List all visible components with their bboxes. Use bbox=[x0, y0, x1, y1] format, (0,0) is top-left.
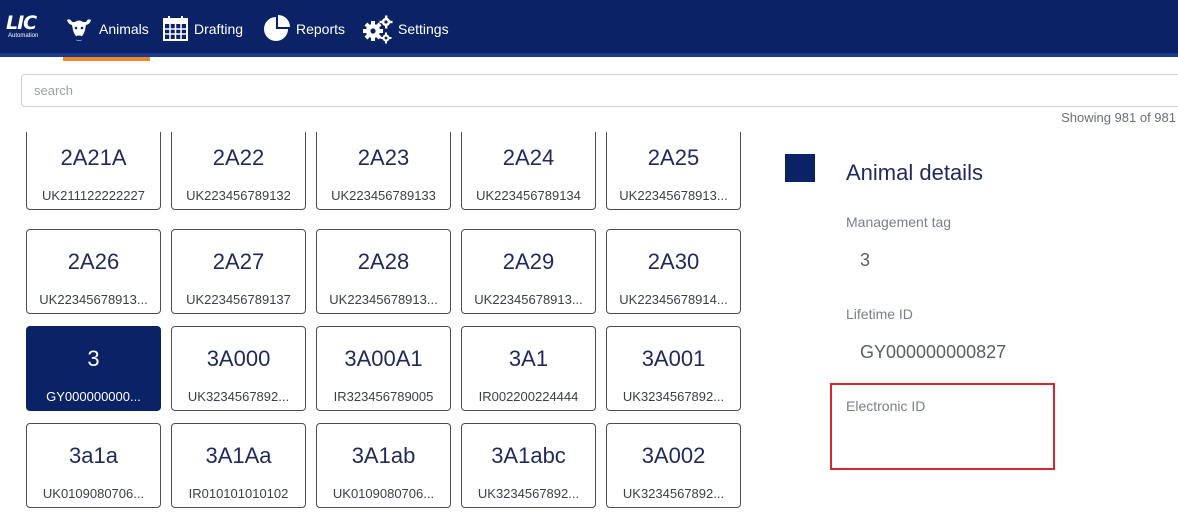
animal-card-tag: 3 bbox=[87, 346, 100, 371]
nav-drafting-label: Drafting bbox=[194, 20, 244, 37]
animal-card-tag: 2A27 bbox=[212, 249, 265, 274]
animal-card-lifetime-id: IR002200224444 bbox=[478, 389, 579, 404]
animal-card-tag: 2A24 bbox=[502, 145, 555, 170]
animal-card[interactable]: 2A27 UK223456789137 bbox=[171, 229, 306, 314]
animal-card-lifetime-id: UK22345678913... bbox=[619, 188, 728, 203]
calendar-icon bbox=[163, 16, 188, 41]
animal-card[interactable]: 2A28 UK22345678913... bbox=[316, 229, 451, 314]
animal-grid: 2A21A UK211122222227 2A22 UK223456789132 2A2… bbox=[26, 132, 746, 517]
animal-card[interactable]: 2A24 UK223456789134 bbox=[461, 132, 596, 210]
animal-card-lifetime-id: UK22345678914... bbox=[619, 292, 728, 307]
animal-card[interactable]: 2A21A UK211122222227 bbox=[26, 132, 161, 210]
animal-card[interactable]: 3A1abc UK3234567892... bbox=[461, 423, 596, 508]
animal-card[interactable]: 3A1Aa IR010101010102 bbox=[171, 423, 306, 508]
animal-card-lifetime-id: GY000000000... bbox=[46, 389, 141, 404]
logo-text: LIC bbox=[6, 12, 37, 34]
animal-card[interactable]: 3A001 UK3234567892... bbox=[606, 326, 741, 411]
animal-card-tag: 2A22 bbox=[212, 145, 265, 170]
animal-card[interactable]: 2A25 UK22345678913... bbox=[606, 132, 741, 210]
lic-logo[interactable]: LIC Automation bbox=[6, 13, 58, 43]
animal-card-tag: 3A1ab bbox=[351, 443, 416, 468]
pie-chart-icon bbox=[264, 15, 290, 41]
nav-reports-label: Reports bbox=[296, 20, 346, 37]
animal-card[interactable]: 3a1a UK0109080706... bbox=[26, 423, 161, 508]
nav-settings[interactable]: Settings bbox=[362, 0, 449, 57]
animal-card-lifetime-id: UK0109080706... bbox=[42, 486, 145, 501]
animal-card[interactable]: 3A1ab UK0109080706... bbox=[316, 423, 451, 508]
animal-card[interactable]: 3A000 UK3234567892... bbox=[171, 326, 306, 411]
animal-card-tag: 2A30 bbox=[647, 249, 700, 274]
animal-card-tag: 2A26 bbox=[67, 249, 120, 274]
animal-card-tag: 2A28 bbox=[357, 249, 410, 274]
animal-card-tag: 2A25 bbox=[647, 145, 700, 170]
animal-card-lifetime-id: UK22345678913... bbox=[329, 292, 438, 307]
details-color-swatch bbox=[785, 154, 815, 182]
animal-card-lifetime-id: UK3234567892... bbox=[622, 389, 725, 404]
animal-card[interactable]: 2A22 UK223456789132 bbox=[171, 132, 306, 210]
animal-card-lifetime-id: IR010101010102 bbox=[188, 486, 289, 501]
lifetime-id-value: GY000000000827 bbox=[860, 342, 1007, 362]
result-count: Showing 981 of 981 bbox=[1061, 110, 1176, 125]
cow-icon bbox=[67, 18, 91, 41]
animal-card-tag: 2A29 bbox=[502, 249, 555, 274]
nav-reports[interactable]: Reports bbox=[262, 0, 345, 57]
search-input[interactable] bbox=[22, 75, 1178, 106]
animal-card-tag: 3A000 bbox=[206, 346, 271, 371]
animal-card-tag: 3A1abc bbox=[491, 443, 566, 468]
electronic-id-label: Electronic ID bbox=[846, 398, 926, 414]
animal-card-lifetime-id: UK3234567892... bbox=[477, 486, 580, 501]
animal-card-tag: 2A21A bbox=[60, 145, 127, 170]
animal-card-tag: 3A002 bbox=[641, 443, 706, 468]
details-title: Animal details bbox=[846, 160, 983, 185]
animal-card-lifetime-id: UK211122222227 bbox=[42, 188, 145, 203]
animal-card-tag: 3A00A1 bbox=[344, 346, 423, 371]
animal-card-tag: 2A23 bbox=[357, 145, 410, 170]
animal-card[interactable]: 2A23 UK223456789133 bbox=[316, 132, 451, 210]
animal-card-lifetime-id: UK3234567892... bbox=[622, 486, 725, 501]
animal-card-lifetime-id: UK223456789132 bbox=[186, 188, 291, 203]
animal-card-tag: 3a1a bbox=[69, 443, 118, 468]
animal-card[interactable]: 2A29 UK22345678913... bbox=[461, 229, 596, 314]
electronic-id-highlight bbox=[830, 383, 1055, 470]
animal-card-lifetime-id: UK22345678913... bbox=[474, 292, 583, 307]
animal-card-lifetime-id: UK22345678913... bbox=[39, 292, 148, 307]
nav-settings-label: Settings bbox=[398, 20, 449, 37]
animal-card-lifetime-id: UK223456789137 bbox=[186, 292, 291, 307]
search-box bbox=[21, 74, 1178, 107]
top-nav-bar: LIC Automation Animals Drafting Reports bbox=[0, 0, 1178, 61]
management-tag-value: 3 bbox=[860, 250, 871, 270]
animal-card-tag: 3A1 bbox=[508, 346, 549, 371]
animal-card-lifetime-id: IR323456789005 bbox=[333, 389, 434, 404]
nav-drafting[interactable]: Drafting bbox=[162, 0, 243, 57]
animal-card[interactable]: 3 GY000000000... bbox=[26, 326, 161, 411]
animal-card[interactable]: 2A26 UK22345678913... bbox=[26, 229, 161, 314]
animal-card-tag: 3A001 bbox=[641, 346, 706, 371]
animal-card[interactable]: 3A00A1 IR323456789005 bbox=[316, 326, 451, 411]
animal-card-lifetime-id: UK0109080706... bbox=[332, 486, 435, 501]
management-tag-label: Management tag bbox=[846, 214, 952, 230]
animal-card[interactable]: 3A002 UK3234567892... bbox=[606, 423, 741, 508]
nav-animals[interactable]: Animals bbox=[63, 0, 150, 61]
nav-animals-label: Animals bbox=[99, 20, 149, 37]
animal-card-lifetime-id: UK223456789133 bbox=[331, 188, 436, 203]
animal-card-tag: 3A1Aa bbox=[205, 443, 272, 468]
gears-icon bbox=[363, 15, 393, 43]
logo-subtext: Automation bbox=[8, 33, 39, 39]
animal-card[interactable]: 2A30 UK22345678914... bbox=[606, 229, 741, 314]
animal-card[interactable]: 3A1 IR002200224444 bbox=[461, 326, 596, 411]
animal-card-lifetime-id: UK3234567892... bbox=[187, 389, 290, 404]
animal-card-lifetime-id: UK223456789134 bbox=[476, 188, 581, 203]
lifetime-id-label: Lifetime ID bbox=[846, 306, 913, 322]
